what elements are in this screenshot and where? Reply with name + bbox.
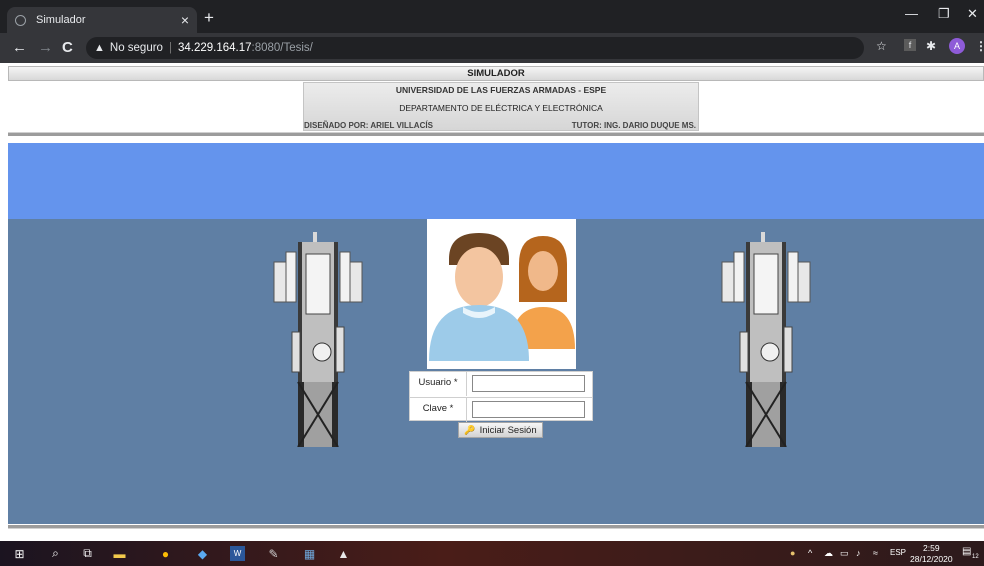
screen: Simulador × + — ❐ ✕ ← → C ▲ No seguro | … (0, 0, 984, 566)
network-app-icon[interactable]: ▦ (302, 546, 317, 561)
security-label: No seguro (109, 42, 163, 54)
help-tray-icon[interactable]: ● (790, 548, 795, 558)
volume-icon[interactable]: ♪ (856, 548, 861, 558)
chrome-icon[interactable]: ● (158, 546, 173, 561)
login-area: Usuario * Clave * 🔑 Iniciar Sesión (8, 219, 984, 524)
warning-icon: ▲ (94, 42, 105, 54)
login-button-label: Iniciar Sesión (479, 424, 537, 436)
page-title-bar: SIMULADOR (8, 66, 984, 81)
tab-title: Simulador (36, 14, 86, 26)
file-explorer-icon[interactable]: ▬ (112, 546, 127, 561)
network-icon[interactable]: ▭ (840, 548, 849, 559)
clock-date: 28/12/2020 (910, 554, 953, 564)
task-view-icon[interactable]: ⧉ (80, 546, 95, 561)
url-path: :8080/Tesis/ (251, 42, 313, 54)
password-label: Clave * (410, 398, 467, 422)
language-indicator[interactable]: ESP (890, 548, 906, 557)
header-info-box: UNIVERSIDAD DE LAS FUERZAS ARMADAS - ESP… (303, 82, 699, 131)
windows-taskbar: ⊞ ⌕ ⧉ ▬ ● ◆ W ✎ ▦ ▲ ● ^ ☁ ▭ ♪ ≈ ESP 2:59… (0, 541, 984, 566)
bookmark-star-icon[interactable]: ☆ (876, 39, 887, 53)
clock[interactable]: 2:59 28/12/2020 (910, 543, 953, 565)
minimize-icon[interactable]: — (905, 6, 918, 21)
university-label: UNIVERSIDAD DE LAS FUERZAS ARMADAS - ESP… (395, 85, 607, 95)
address-bar[interactable]: ▲ No seguro | 34.229.164.17:8080/Tesis/ (86, 37, 864, 59)
url-host: 34.229.164.17 (177, 42, 252, 54)
menu-icon[interactable]: ⋮ (975, 39, 984, 53)
browser-tab-bar: Simulador × + — ❐ ✕ (0, 0, 984, 33)
new-tab-button[interactable]: + (204, 8, 214, 28)
search-icon[interactable]: ⌕ (48, 546, 63, 561)
profile-avatar[interactable]: A (949, 38, 965, 54)
tab-close-icon[interactable]: × (181, 12, 189, 28)
reload-icon[interactable]: C (62, 39, 73, 56)
start-icon[interactable]: ⊞ (12, 546, 27, 561)
username-input[interactable] (472, 375, 585, 392)
close-window-icon[interactable]: ✕ (967, 6, 978, 22)
onedrive-icon[interactable]: ☁ (824, 548, 833, 559)
clock-time: 2:59 (923, 543, 940, 553)
login-form: Usuario * Clave * (409, 371, 593, 422)
notification-count: 12 (972, 554, 979, 560)
tutor-label: TUTOR: ING. DARIO DUQUE MS. (571, 121, 696, 130)
notification-center-icon[interactable]: ▤ (962, 546, 971, 557)
restore-icon[interactable]: ❐ (938, 6, 950, 22)
department-label: DEPARTAMENTO DE ELÉCTRICA Y ELECTRÓNICA (399, 103, 603, 113)
browser-tab[interactable]: Simulador × (7, 7, 197, 33)
photos-icon[interactable]: ▲ (336, 546, 351, 561)
password-row: Clave * (410, 397, 592, 422)
username-row: Usuario * (410, 372, 592, 396)
extension-icon[interactable]: f (904, 39, 916, 51)
users-avatar-image (427, 219, 576, 369)
header-divider (8, 132, 984, 136)
forward-icon[interactable]: → (38, 39, 53, 56)
designer-label: DISEÑADO POR: ARIEL VILLACÍS (304, 121, 433, 130)
footer-divider (8, 525, 984, 529)
tab-favicon-icon (15, 14, 26, 26)
password-input[interactable] (472, 401, 585, 418)
address-separator: | (168, 42, 172, 54)
key-icon: 🔑 (464, 424, 476, 435)
paint-icon[interactable]: ✎ (266, 546, 281, 561)
browser-toolbar: ← → C ▲ No seguro | 34.229.164.17:8080/T… (0, 33, 984, 63)
login-button[interactable]: 🔑 Iniciar Sesión (458, 422, 543, 438)
wifi-icon[interactable]: ≈ (873, 548, 878, 558)
cell-tower-image-left (273, 232, 363, 447)
username-label: Usuario * (410, 372, 467, 396)
back-icon[interactable]: ← (12, 39, 27, 56)
cell-tower-image-right (721, 232, 811, 447)
3d-box-icon[interactable]: ◆ (195, 546, 210, 561)
web-page: SIMULADOR UNIVERSIDAD DE LAS FUERZAS ARM… (0, 63, 984, 541)
puzzle-icon[interactable]: ✱ (926, 39, 936, 53)
tray-chevron-icon[interactable]: ^ (808, 548, 812, 558)
blue-banner (8, 143, 984, 219)
word-icon[interactable]: W (230, 546, 245, 561)
